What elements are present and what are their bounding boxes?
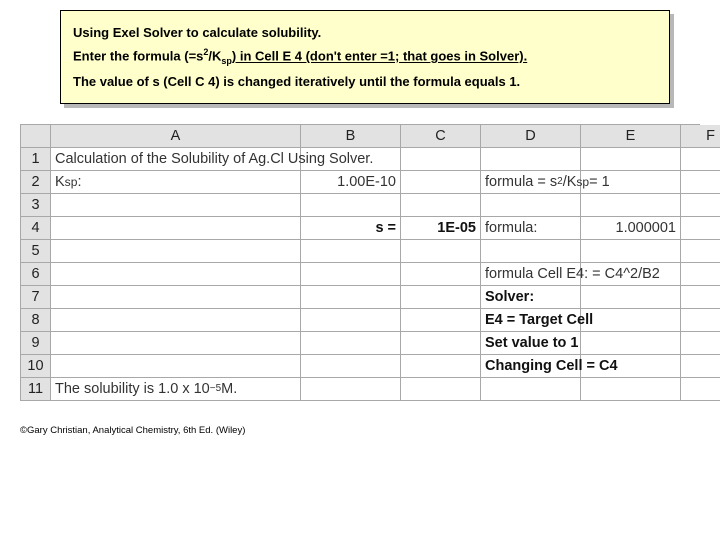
credit-line: ©Gary Christian, Analytical Chemistry, 6… [20,425,700,436]
cell-d4: formula: [481,217,581,240]
cell-b4: s = [301,217,401,240]
cell-d8: E4 = Target Cell [481,309,581,332]
row-8: 8 E4 = Target Cell [21,309,700,332]
row-3: 3 [21,194,700,217]
cell-e1 [581,148,681,171]
col-header-d: D [481,125,581,148]
cell-d1 [481,148,581,171]
row-num: 5 [21,240,51,263]
col-header-f: F [681,125,720,148]
row-num: 6 [21,263,51,286]
cell-d9: Set value to 1 [481,332,581,355]
row-num: 11 [21,378,51,401]
row-7: 7 Solver: [21,286,700,309]
cell-d10: Changing Cell = C4 [481,355,581,378]
instruction-box: Using Exel Solver to calculate solubilit… [60,10,670,104]
col-header-b: B [301,125,401,148]
row-1: 1 Calculation of the Solubility of Ag.Cl… [21,148,700,171]
cell-c4: 1E-05 [401,217,481,240]
row-9: 9 Set value to 1 [21,332,700,355]
row-num: 1 [21,148,51,171]
cell-d6: formula Cell E4: = C4^2/B2 [481,263,581,286]
cell-a2: Ksp: [51,171,301,194]
cell-d2: formula = s2/Ksp = 1 [481,171,581,194]
col-header-e: E [581,125,681,148]
row-4: 4 s = 1E-05 formula: 1.000001 [21,217,700,240]
col-header-c: C [401,125,481,148]
cell-a1: Calculation of the Solubility of Ag.Cl U… [51,148,301,171]
col-header-a: A [51,125,301,148]
cell-e4: 1.000001 [581,217,681,240]
cell-c1 [401,148,481,171]
row-2: 2 Ksp: 1.00E-10 formula = s2/Ksp = 1 [21,171,700,194]
cell-a11: The solubility is 1.0 x 10−5 M. [51,378,301,401]
row-num: 4 [21,217,51,240]
row-num: 9 [21,332,51,355]
row-11: 11 The solubility is 1.0 x 10−5 M. [21,378,700,401]
instruction-line2: Enter the formula (=s2/Ksp) in Cell E 4 … [73,44,657,69]
cell-c2 [401,171,481,194]
row-num: 8 [21,309,51,332]
row-10: 10 Changing Cell = C4 [21,355,700,378]
spreadsheet: A B C D E F 1 Calculation of the Solubil… [20,124,700,401]
instruction-line3: The value of s (Cell C 4) is changed ite… [73,70,657,93]
row-5: 5 [21,240,700,263]
cell-d7: Solver: [481,286,581,309]
row-6: 6 formula Cell E4: = C4^2/B2 [21,263,700,286]
cell-f2 [681,171,720,194]
header-row: A B C D E F [21,125,700,148]
row-num: 7 [21,286,51,309]
instruction-line1: Using Exel Solver to calculate solubilit… [73,21,657,44]
cell-f1 [681,148,720,171]
instruction-content: Using Exel Solver to calculate solubilit… [60,10,670,104]
corner-cell [21,125,51,148]
row-num: 2 [21,171,51,194]
row-num: 3 [21,194,51,217]
row-num: 10 [21,355,51,378]
cell-b2: 1.00E-10 [301,171,401,194]
